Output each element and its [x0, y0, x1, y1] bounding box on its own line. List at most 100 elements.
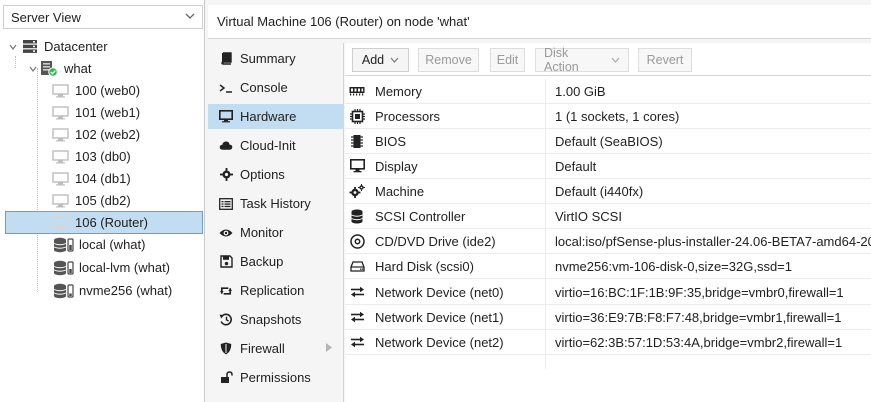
tree-vm-item[interactable]: 102 (web2) — [52, 123, 140, 146]
tree-vm-label: 105 (db2) — [75, 193, 131, 208]
hardware-key: Machine — [375, 183, 425, 199]
eye-icon — [219, 226, 233, 240]
tree-node-host[interactable]: what — [28, 57, 91, 80]
nav-item-label: Firewall — [240, 341, 285, 356]
hardware-row-scsi-controller[interactable]: SCSI Controller VirtIO SCSI — [345, 204, 871, 229]
nav-item-options[interactable]: Options — [208, 162, 344, 187]
nav-item-task-history[interactable]: Task History — [208, 191, 344, 216]
floppy-icon — [219, 255, 233, 269]
desktop-icon — [219, 110, 233, 124]
nav-item-permissions[interactable]: Permissions — [208, 365, 344, 390]
nav-item-firewall[interactable]: Firewall — [208, 336, 344, 361]
tree-vm-item[interactable]: 104 (db1) — [52, 167, 131, 190]
nav-item-label: Permissions — [240, 370, 311, 385]
remove-button[interactable]: Remove — [418, 48, 479, 72]
tree-node-datacenter[interactable]: Datacenter — [8, 35, 108, 58]
tree-vm-label: 100 (web0) — [75, 83, 141, 98]
hardware-row-network-device[interactable]: Network Device (net2) virtio=62:3B:57:1D… — [345, 330, 871, 355]
hardware-row-machine[interactable]: Machine Default (i440fx) — [345, 179, 871, 204]
hardware-panel: Add Remove Edit Disk Action Revert Memor… — [345, 43, 871, 402]
hardware-key: CD/DVD Drive (ide2) — [375, 233, 496, 249]
hardware-row-display[interactable]: Display Default — [345, 154, 871, 179]
disk-action-button[interactable]: Disk Action — [535, 46, 629, 74]
tree-storage-item[interactable]: nvme256 (what) — [53, 279, 172, 302]
page-header: Virtual Machine 106 (Router) on node 'wh… — [208, 5, 871, 39]
hardware-value: Default (i440fx) — [555, 183, 644, 199]
tree-vm-item-selected[interactable]: 106 (Router) — [5, 211, 203, 234]
cdrom-icon — [349, 233, 365, 249]
edit-button-label: Edit — [496, 53, 519, 67]
hardware-key: Display — [375, 158, 418, 174]
hardware-value: local:iso/pfSense-plus-installer-24.06-B… — [555, 233, 871, 249]
view-selector[interactable]: Server View — [3, 5, 203, 29]
edit-button[interactable]: Edit — [490, 48, 525, 72]
tree-storage-item[interactable]: local-lvm (what) — [53, 256, 170, 279]
hardware-row-memory[interactable]: Memory 1.00 GiB — [345, 79, 871, 104]
exchange-icon — [349, 309, 365, 325]
hardware-value: Default — [555, 158, 597, 174]
tree-vm-item[interactable]: 101 (web1) — [52, 101, 140, 124]
book-icon — [219, 52, 233, 66]
nav-item-label: Snapshots — [240, 312, 302, 327]
hardware-row-network-device[interactable]: Network Device (net1) virtio=36:E9:7B:F8… — [345, 305, 871, 330]
hardware-value: VirtIO SCSI — [555, 208, 622, 224]
hardware-value: virtio=16:BC:1F:1B:9F:35,bridge=vmbr0,fi… — [555, 284, 844, 300]
tree-vm-label: 102 (web2) — [75, 127, 141, 142]
hardware-key: Network Device (net1) — [375, 309, 504, 325]
hardware-value: 1 (1 sockets, 1 cores) — [555, 108, 680, 124]
retweet-icon — [219, 284, 233, 298]
hardware-toolbar: Add Remove Edit Disk Action Revert — [345, 43, 871, 76]
tree-storage-item[interactable]: local (what) — [53, 233, 145, 256]
tree-guide — [37, 68, 38, 292]
nav-item-label: Options — [240, 167, 285, 182]
vm-nav-menu: Summary Console Hardware Cloud-Init Opti… — [208, 43, 344, 402]
add-button[interactable]: Add — [352, 48, 409, 72]
nav-item-hardware[interactable]: Hardware — [208, 104, 344, 129]
hardware-row-network-device[interactable]: Network Device (net0) virtio=16:BC:1F:1B… — [345, 280, 871, 305]
disk-action-button-label: Disk Action — [544, 46, 579, 74]
unlock-icon — [219, 371, 233, 385]
nav-item-label: Summary — [240, 51, 296, 66]
hardware-row-hard-disk[interactable]: Hard Disk (scsi0) nvme256:vm-106-disk-0,… — [345, 254, 871, 279]
database-icon — [349, 208, 365, 224]
tree-vm-item[interactable]: 103 (db0) — [52, 145, 131, 168]
nav-item-summary[interactable]: Summary — [208, 46, 344, 71]
hardware-key: Network Device (net2) — [375, 334, 504, 350]
monitor-icon — [52, 83, 69, 98]
tree-node-label: what — [64, 61, 92, 76]
chevron-down-icon — [184, 10, 196, 22]
hardware-key: BIOS — [375, 133, 407, 149]
tree-vm-item[interactable]: 105 (db2) — [52, 189, 131, 212]
view-selector-value: Server View — [11, 9, 81, 25]
hardware-row-bios[interactable]: BIOS Default (SeaBIOS) — [345, 129, 871, 154]
history-icon — [219, 313, 233, 327]
gear-icon — [219, 168, 233, 182]
hardware-value: virtio=36:E9:7B:F8:F7:48,bridge=vmbr1,fi… — [555, 309, 842, 325]
hardware-key: Processors — [375, 108, 441, 124]
terminal-icon — [219, 81, 233, 95]
nav-item-label: Console — [240, 80, 288, 95]
remove-button-label: Remove — [425, 53, 472, 67]
nav-item-snapshots[interactable]: Snapshots — [208, 307, 344, 332]
nav-item-replication[interactable]: Replication — [208, 278, 344, 303]
hardware-value: nvme256:vm-106-disk-0,size=32G,ssd=1 — [555, 258, 793, 274]
monitor-icon — [52, 215, 69, 230]
monitor-icon — [52, 149, 69, 164]
nav-item-backup[interactable]: Backup — [208, 249, 344, 274]
hardware-key: SCSI Controller — [375, 208, 466, 224]
hardware-row-cdrom[interactable]: CD/DVD Drive (ide2) local:iso/pfSense-pl… — [345, 229, 871, 254]
monitor-icon — [52, 193, 69, 208]
nav-item-console[interactable]: Console — [208, 75, 344, 100]
storage-icon — [53, 283, 75, 299]
chevron-down-icon — [611, 55, 620, 65]
nav-item-monitor[interactable]: Monitor — [208, 220, 344, 245]
revert-button[interactable]: Revert — [638, 48, 692, 72]
expand-icon[interactable] — [28, 64, 38, 74]
hardware-row-processors[interactable]: Processors 1 (1 sockets, 1 cores) — [345, 104, 871, 129]
add-button-label: Add — [361, 53, 385, 67]
tree-vm-item[interactable]: 100 (web0) — [52, 79, 140, 102]
hardware-key: Network Device (net0) — [375, 284, 504, 300]
nav-item-cloud-init[interactable]: Cloud-Init — [208, 133, 344, 158]
expand-icon[interactable] — [8, 42, 18, 52]
hardware-value: Default (SeaBIOS) — [555, 133, 663, 149]
